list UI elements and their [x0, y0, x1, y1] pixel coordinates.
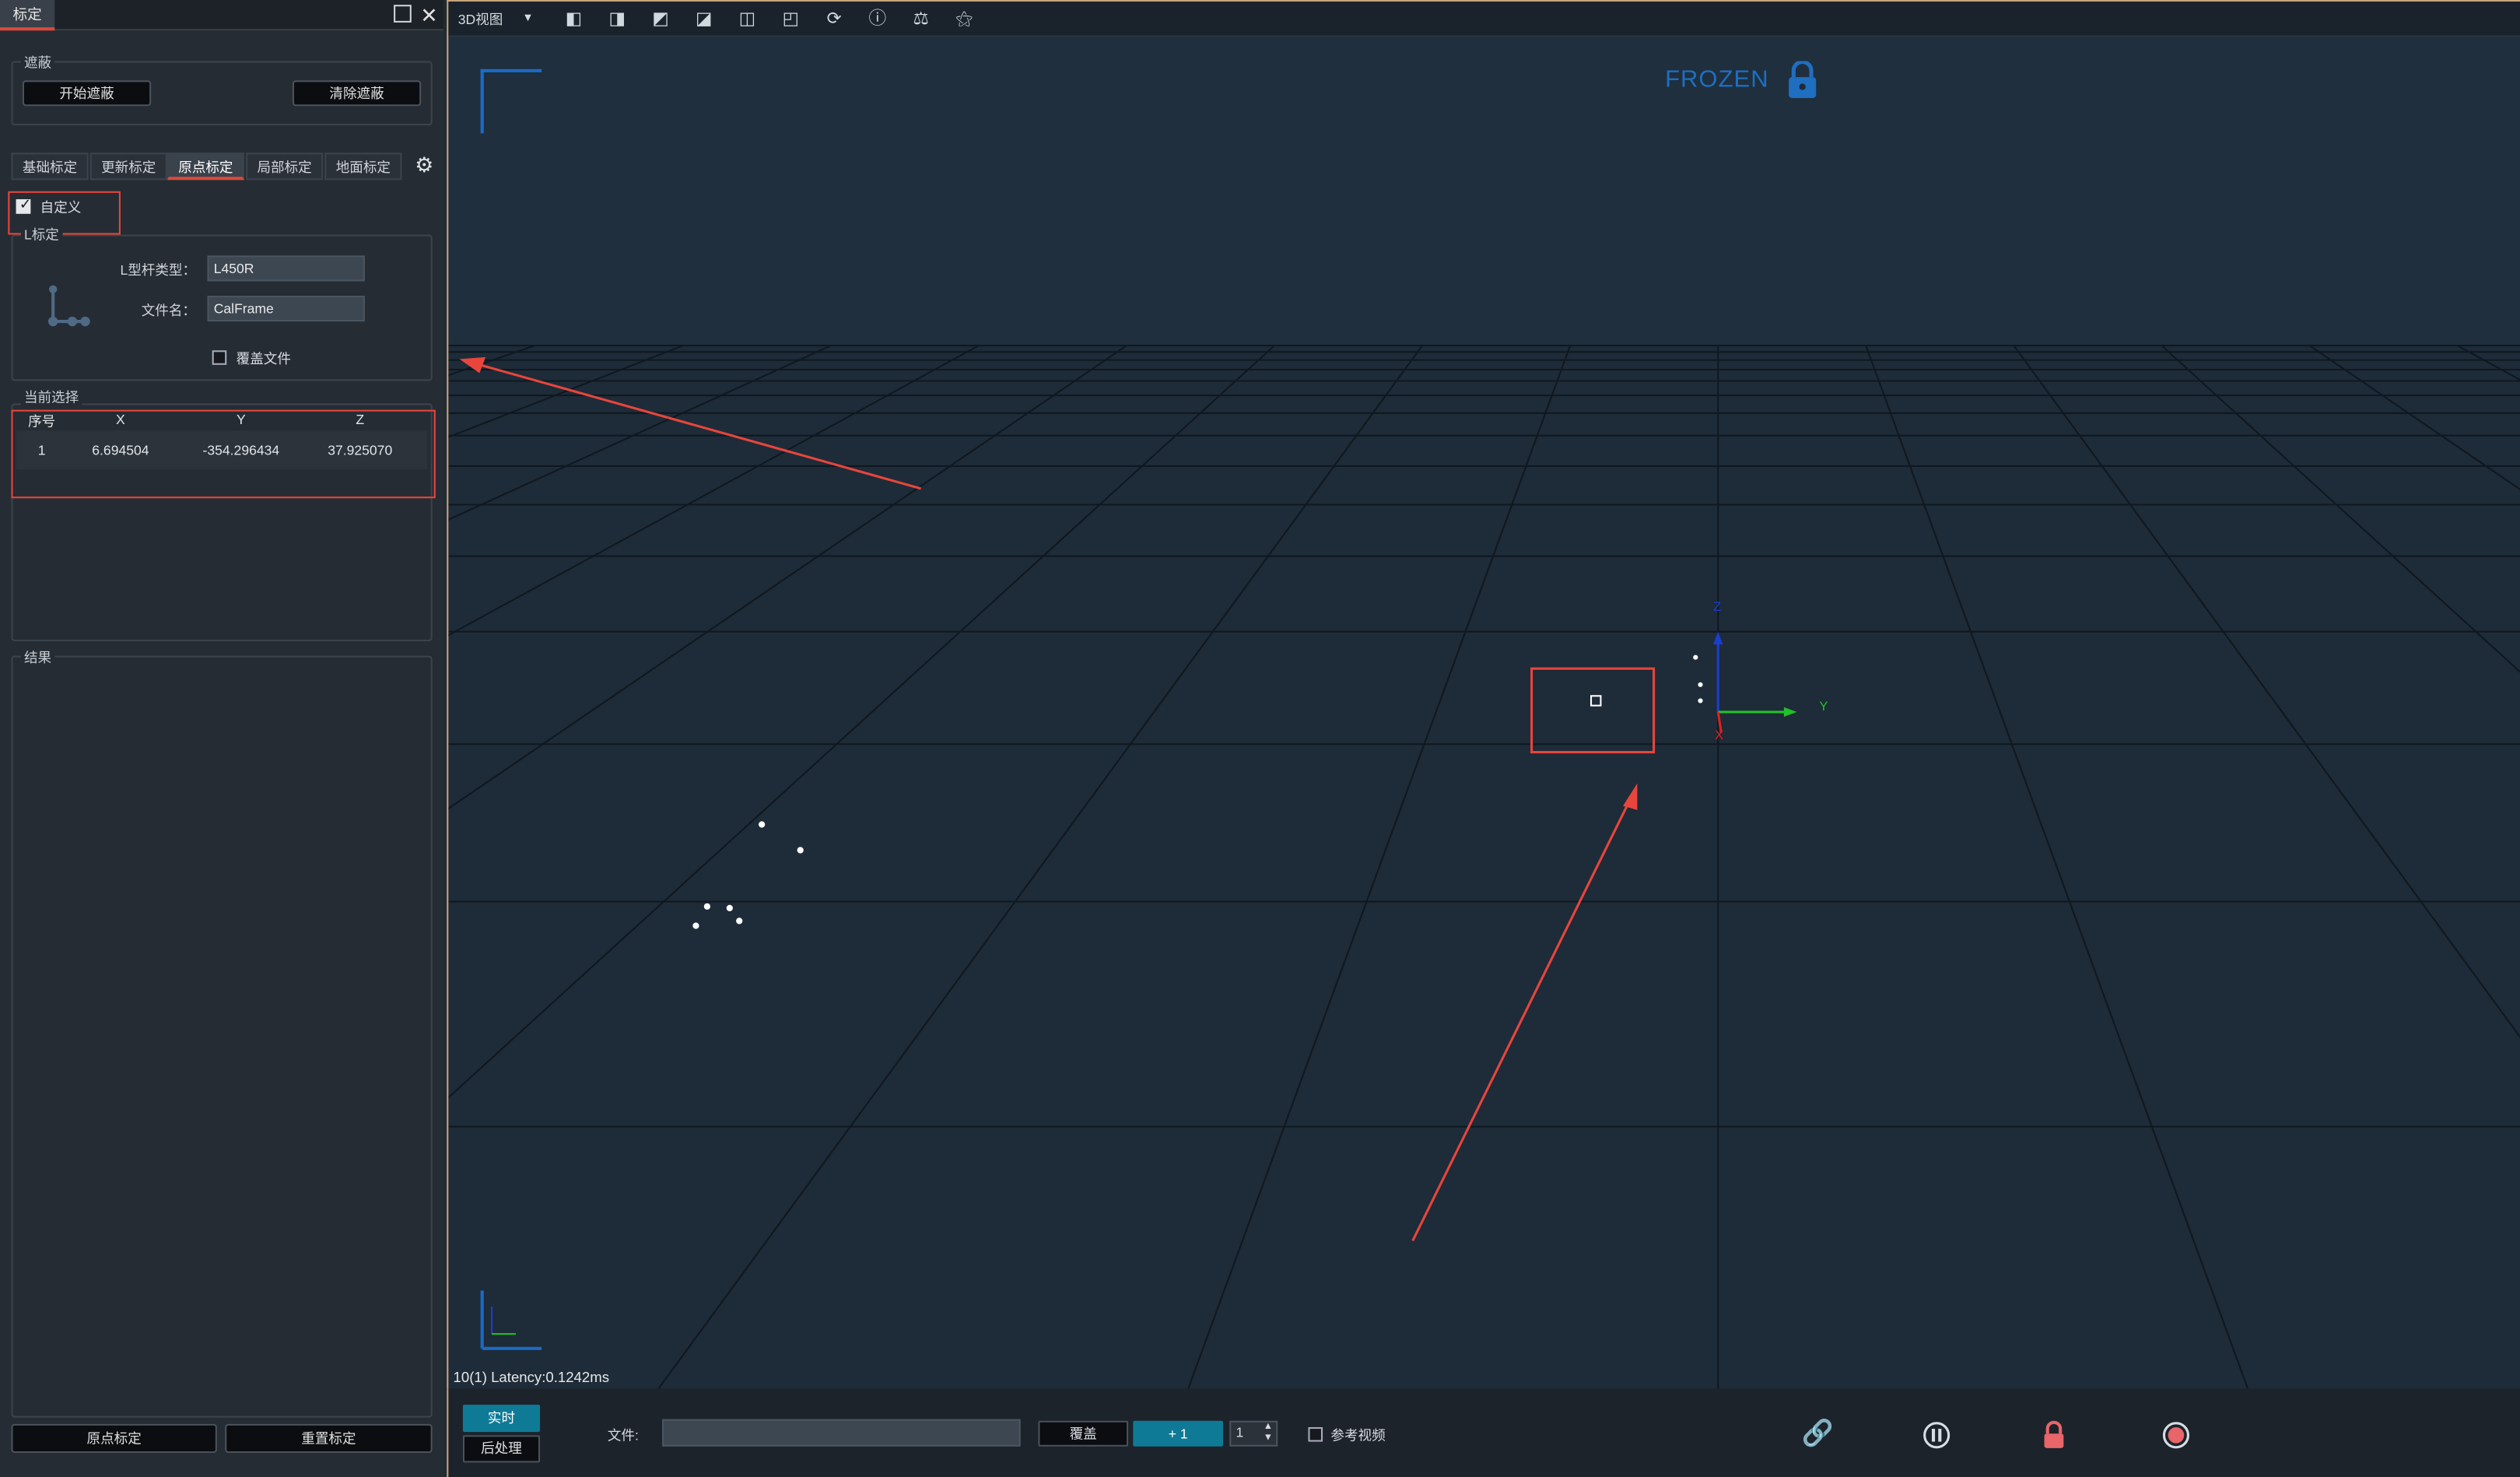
cover-button[interactable]: 覆盖 — [1038, 1420, 1129, 1447]
axis-label-z: Z — [1713, 599, 1722, 614]
tab-1[interactable]: 更新标定 — [89, 153, 167, 181]
mask-group-label: 遮蔽 — [20, 53, 55, 72]
annotation-box-marker — [1530, 667, 1656, 754]
result-group-label: 结果 — [20, 647, 55, 668]
ref-video-label: 参考视频 — [1330, 1426, 1386, 1444]
start-mask-button[interactable]: 开始遮蔽 — [22, 80, 152, 107]
playback-bar: 实时 后处理 文件: 覆盖 + 1 1 ▲ ▼ 参考视频 🔗 — [447, 1388, 2520, 1477]
calibration-panel: 标定 ✕ 遮蔽 开始遮蔽 清除遮蔽 基础标定 更新标定 原点标定 局部标定 地面标定 ⚙… — [0, 0, 444, 1477]
file-label: 文件: — [607, 1426, 639, 1444]
origin-axes — [1713, 631, 1797, 734]
axis-label-x: X — [1715, 728, 1724, 743]
origin-calibrate-button[interactable]: 原点标定 — [11, 1423, 217, 1454]
record-icon[interactable] — [2161, 1421, 2190, 1450]
pause-icon[interactable] — [1922, 1421, 1951, 1450]
spin-value: 1 — [1235, 1423, 1244, 1440]
scene-overlay — [459, 356, 1797, 1350]
link-icon[interactable]: 🔗 — [1802, 1421, 1834, 1450]
tab-0[interactable]: 基础标定 — [11, 153, 89, 181]
float-icon[interactable] — [394, 5, 412, 23]
post-process-button[interactable]: 后处理 — [462, 1435, 541, 1463]
close-icon[interactable]: ✕ — [418, 0, 440, 30]
3d-viewport[interactable]: 3D视图 ▼ ◧ ◨ ◩ ◪ ◫ ◰ ⟳ ⓘ ⚖ ⚝ FROZEN Z Y X … — [447, 0, 2520, 1389]
filename-label: 文件名： — [141, 302, 197, 318]
filename-input[interactable]: CalFrame — [207, 296, 365, 322]
selected-marker — [1590, 695, 1602, 707]
settings-gear-icon[interactable]: ⚙ — [412, 153, 437, 178]
tab-2[interactable]: 原点标定 — [166, 153, 244, 181]
reset-calibrate-button[interactable]: 重置标定 — [225, 1423, 433, 1454]
result-group — [11, 655, 433, 1418]
realtime-button[interactable]: 实时 — [462, 1405, 541, 1433]
clear-mask-button[interactable]: 清除遮蔽 — [292, 80, 422, 107]
ref-video-checkbox[interactable] — [1308, 1426, 1323, 1442]
tab-4[interactable]: 地面标定 — [324, 153, 402, 181]
file-input[interactable] — [662, 1419, 1021, 1447]
l-group-label: L标定 — [20, 225, 63, 244]
l-type-select[interactable]: L450R — [207, 255, 365, 282]
selection-group-label: 当前选择 — [20, 387, 82, 407]
frame-step-spinbox[interactable]: 1 ▲ ▼ — [1229, 1420, 1278, 1447]
lock-state-icon[interactable] — [2043, 1420, 2066, 1450]
overwrite-label: 覆盖文件 — [236, 350, 291, 367]
annotation-box-selection — [11, 409, 436, 499]
l-type-label: L型杆类型： — [120, 261, 197, 279]
panel-tab-title[interactable]: 标定 — [0, 0, 55, 31]
panel-title-bar — [0, 0, 444, 31]
marker-dots — [692, 654, 1703, 929]
annotation-arrows — [459, 356, 1638, 1242]
overwrite-checkbox[interactable] — [212, 350, 227, 365]
tab-3[interactable]: 局部标定 — [246, 153, 324, 181]
axis-label-y: Y — [1819, 699, 1828, 714]
corner-axes — [480, 1290, 542, 1350]
latency-readout: 10(1) Latency:0.1242ms — [453, 1369, 610, 1386]
plus-one-button[interactable]: + 1 — [1133, 1420, 1223, 1447]
spin-arrows-icon[interactable]: ▲ ▼ — [1264, 1423, 1273, 1445]
